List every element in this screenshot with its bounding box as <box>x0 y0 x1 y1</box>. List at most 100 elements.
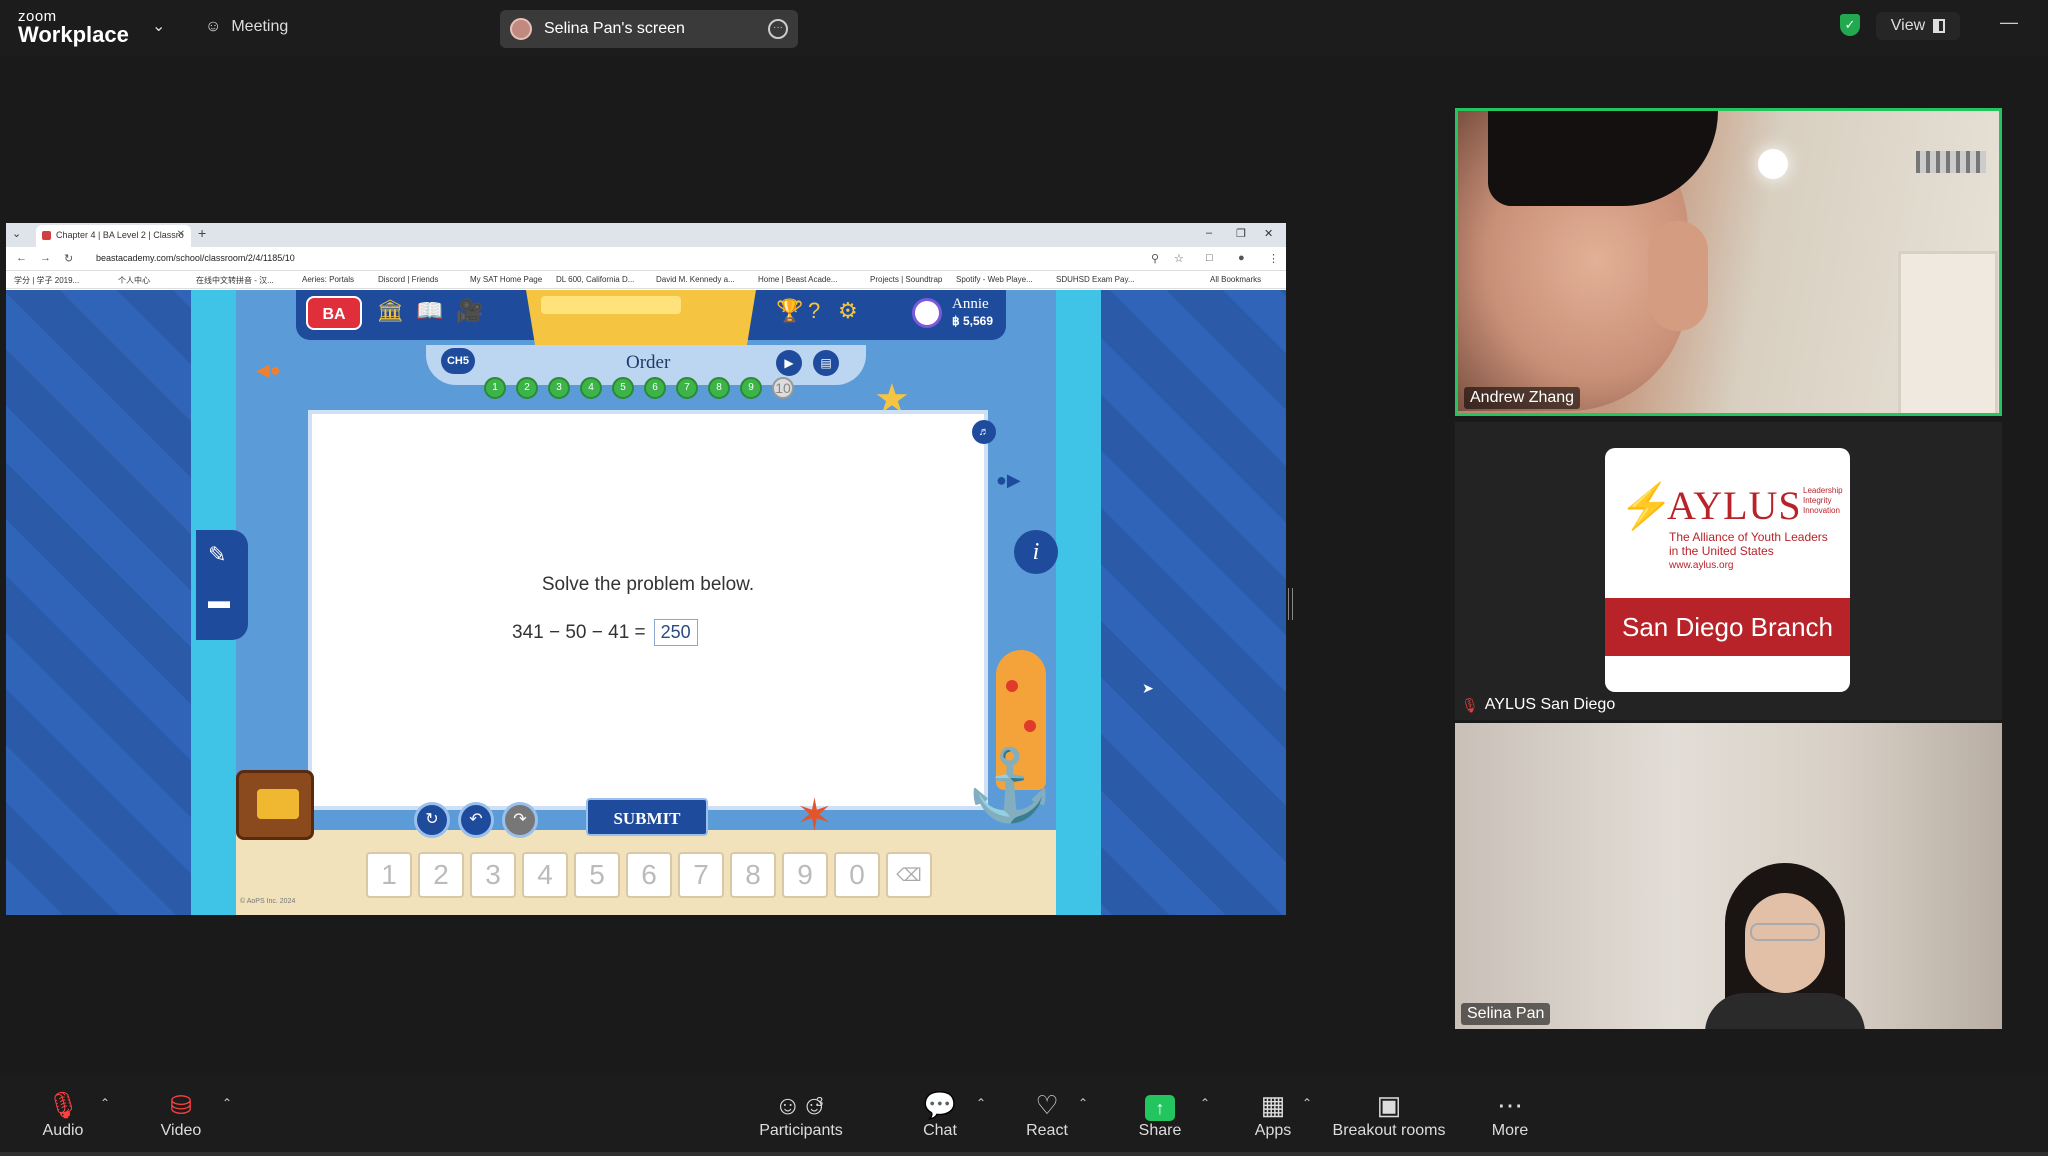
lesson-book-icon[interactable]: ▤ <box>813 350 839 376</box>
bookmark-item[interactable]: DL 600, California D... <box>556 275 634 284</box>
progress-dot[interactable]: 2 <box>516 377 538 399</box>
info-icon[interactable]: i <box>1014 530 1058 574</box>
back-icon[interactable]: ← <box>16 252 27 264</box>
user-avatar[interactable] <box>912 298 942 328</box>
bookmarks-bar: 学分 | 学子 2019... 个人中心 在线中文转拼音 - 汉... Aeri… <box>6 271 1286 289</box>
undo-icon[interactable]: ↶ <box>458 802 494 838</box>
backspace-icon[interactable]: ⌫ <box>886 852 932 898</box>
more-button[interactable]: ⋯ More <box>1455 1088 1565 1140</box>
key-7[interactable]: 7 <box>678 852 724 898</box>
chat-options-caret-icon[interactable]: ⌃ <box>976 1096 986 1110</box>
key-9[interactable]: 9 <box>782 852 828 898</box>
door <box>1898 251 1998 413</box>
react-options-caret-icon[interactable]: ⌃ <box>1078 1096 1088 1110</box>
view-label: View <box>1890 17 1926 34</box>
all-bookmarks[interactable]: All Bookmarks <box>1210 275 1261 284</box>
screen-share-pill[interactable]: Selina Pan's screen ··· <box>500 10 798 48</box>
eraser-icon[interactable]: ▬ <box>208 588 230 614</box>
bookmark-item[interactable]: 在线中文转拼音 - 汉... <box>196 275 274 286</box>
bookmark-item[interactable]: Projects | Soundtrap <box>870 275 942 284</box>
video-options-caret-icon[interactable]: ⌃ <box>222 1096 232 1110</box>
video-tile-andrew[interactable]: Andrew Zhang <box>1455 108 2002 416</box>
meeting-menu[interactable]: ☺ Meeting <box>205 18 288 36</box>
bookmark-item[interactable]: 个人中心 <box>118 275 150 286</box>
more-options-icon[interactable]: ··· <box>768 19 788 39</box>
window-close-icon[interactable]: ✕ <box>1264 227 1273 240</box>
play-icon[interactable]: ▶ <box>776 350 802 376</box>
bookmark-item[interactable]: David M. Kennedy a... <box>656 275 735 284</box>
progress-dot[interactable]: 5 <box>612 377 634 399</box>
bookmark-item[interactable]: Aeries: Portals <box>302 275 354 284</box>
close-tab-icon[interactable]: ✕ <box>177 229 185 240</box>
key-3[interactable]: 3 <box>470 852 516 898</box>
speaker-icon[interactable]: ♬ <box>972 420 996 444</box>
progress-dot[interactable]: 1 <box>484 377 506 399</box>
chevron-down-icon[interactable]: ⌄ <box>152 16 165 36</box>
video-tile-selina[interactable]: Selina Pan <box>1455 723 2002 1029</box>
minimize-icon[interactable]: — <box>2000 12 2018 33</box>
breakout-rooms-button[interactable]: ▣ Breakout rooms <box>1324 1088 1454 1140</box>
key-8[interactable]: 8 <box>730 852 776 898</box>
school-icon[interactable]: 🏛 <box>376 298 404 324</box>
aylus-title: AYLUS <box>1667 483 1802 528</box>
progress-dot[interactable]: 4 <box>580 377 602 399</box>
progress-dot[interactable]: 3 <box>548 377 570 399</box>
book-icon[interactable]: 📖 <box>416 298 443 324</box>
bookmark-item[interactable]: Spotify - Web Playe... <box>956 275 1033 284</box>
progress-dot[interactable]: 6 <box>644 377 666 399</box>
chapter-button[interactable]: CH5 <box>441 348 475 374</box>
bookmark-item[interactable]: Home | Beast Acade... <box>758 275 837 284</box>
forward-icon[interactable]: → <box>40 252 51 264</box>
browser-tab[interactable]: Chapter 4 | BA Level 2 | Classro ✕ <box>36 225 191 247</box>
zoom-icon[interactable]: ⚲ <box>1151 252 1159 265</box>
share-button[interactable]: ↑ Share <box>1105 1088 1215 1140</box>
extensions-icon[interactable]: □ <box>1206 252 1213 264</box>
redo-icon[interactable]: ↷ <box>502 802 538 838</box>
share-options-caret-icon[interactable]: ⌃ <box>1200 1096 1210 1110</box>
pencil-icon[interactable]: ✎ <box>208 542 226 568</box>
security-shield-icon[interactable]: ✓ <box>1840 14 1860 36</box>
help-icon[interactable]: ? <box>808 298 820 324</box>
bookmark-star-icon[interactable]: ☆ <box>1174 252 1184 265</box>
camera-off-icon: ⛁ <box>170 1090 192 1120</box>
key-0[interactable]: 0 <box>834 852 880 898</box>
window-minimize-icon[interactable]: – <box>1206 227 1212 239</box>
aylus-branch: San Diego Branch <box>1605 598 1850 656</box>
reset-icon[interactable]: ↻ <box>414 802 450 838</box>
trophy-icon[interactable]: 🏆 <box>776 298 803 324</box>
bookmark-item[interactable]: Discord | Friends <box>378 275 438 284</box>
video-label: Video <box>160 1122 202 1139</box>
video-icon[interactable]: 🎥 <box>456 298 483 324</box>
submit-button[interactable]: SUBMIT <box>586 798 708 836</box>
reload-icon[interactable]: ↻ <box>64 252 73 265</box>
new-tab-icon[interactable]: + <box>198 225 206 241</box>
view-button[interactable]: View <box>1876 12 1960 40</box>
video-tile-aylus[interactable]: ⚡ AYLUS Leadership Integrity Innovation … <box>1455 422 2002 720</box>
bookmark-item[interactable]: My SAT Home Page <box>470 275 542 284</box>
key-6[interactable]: 6 <box>626 852 672 898</box>
participants-button[interactable]: ☺☺ 3 Participants <box>746 1088 856 1140</box>
panel-resize-handle[interactable] <box>1288 588 1293 620</box>
tab-search-icon[interactable]: ⌄ <box>12 227 21 240</box>
video-button[interactable]: ⛁ Video <box>126 1088 236 1140</box>
ba-logo[interactable]: BA <box>306 296 362 330</box>
key-2[interactable]: 2 <box>418 852 464 898</box>
settings-gear-icon[interactable]: ⚙ <box>838 298 858 324</box>
bookmark-item[interactable]: SDUHSD Exam Pay... <box>1056 275 1135 284</box>
key-1[interactable]: 1 <box>366 852 412 898</box>
url-field[interactable]: beastacademy.com/school/classroom/2/4/11… <box>96 253 295 263</box>
audio-options-caret-icon[interactable]: ⌃ <box>100 1096 110 1110</box>
key-5[interactable]: 5 <box>574 852 620 898</box>
key-4[interactable]: 4 <box>522 852 568 898</box>
window-restore-icon[interactable]: ❐ <box>1236 227 1246 240</box>
bookmark-item[interactable]: 学分 | 学子 2019... <box>14 275 79 286</box>
user-name: Annie <box>952 296 989 312</box>
answer-input[interactable]: 250 <box>653 619 698 646</box>
progress-dot[interactable]: 9 <box>740 377 762 399</box>
progress-dot-current[interactable]: 10 <box>772 377 794 399</box>
browser-menu-icon[interactable]: ⋮ <box>1268 252 1279 265</box>
apps-options-caret-icon[interactable]: ⌃ <box>1302 1096 1312 1110</box>
profile-icon[interactable]: ● <box>1238 252 1245 264</box>
progress-dot[interactable]: 8 <box>708 377 730 399</box>
progress-dot[interactable]: 7 <box>676 377 698 399</box>
